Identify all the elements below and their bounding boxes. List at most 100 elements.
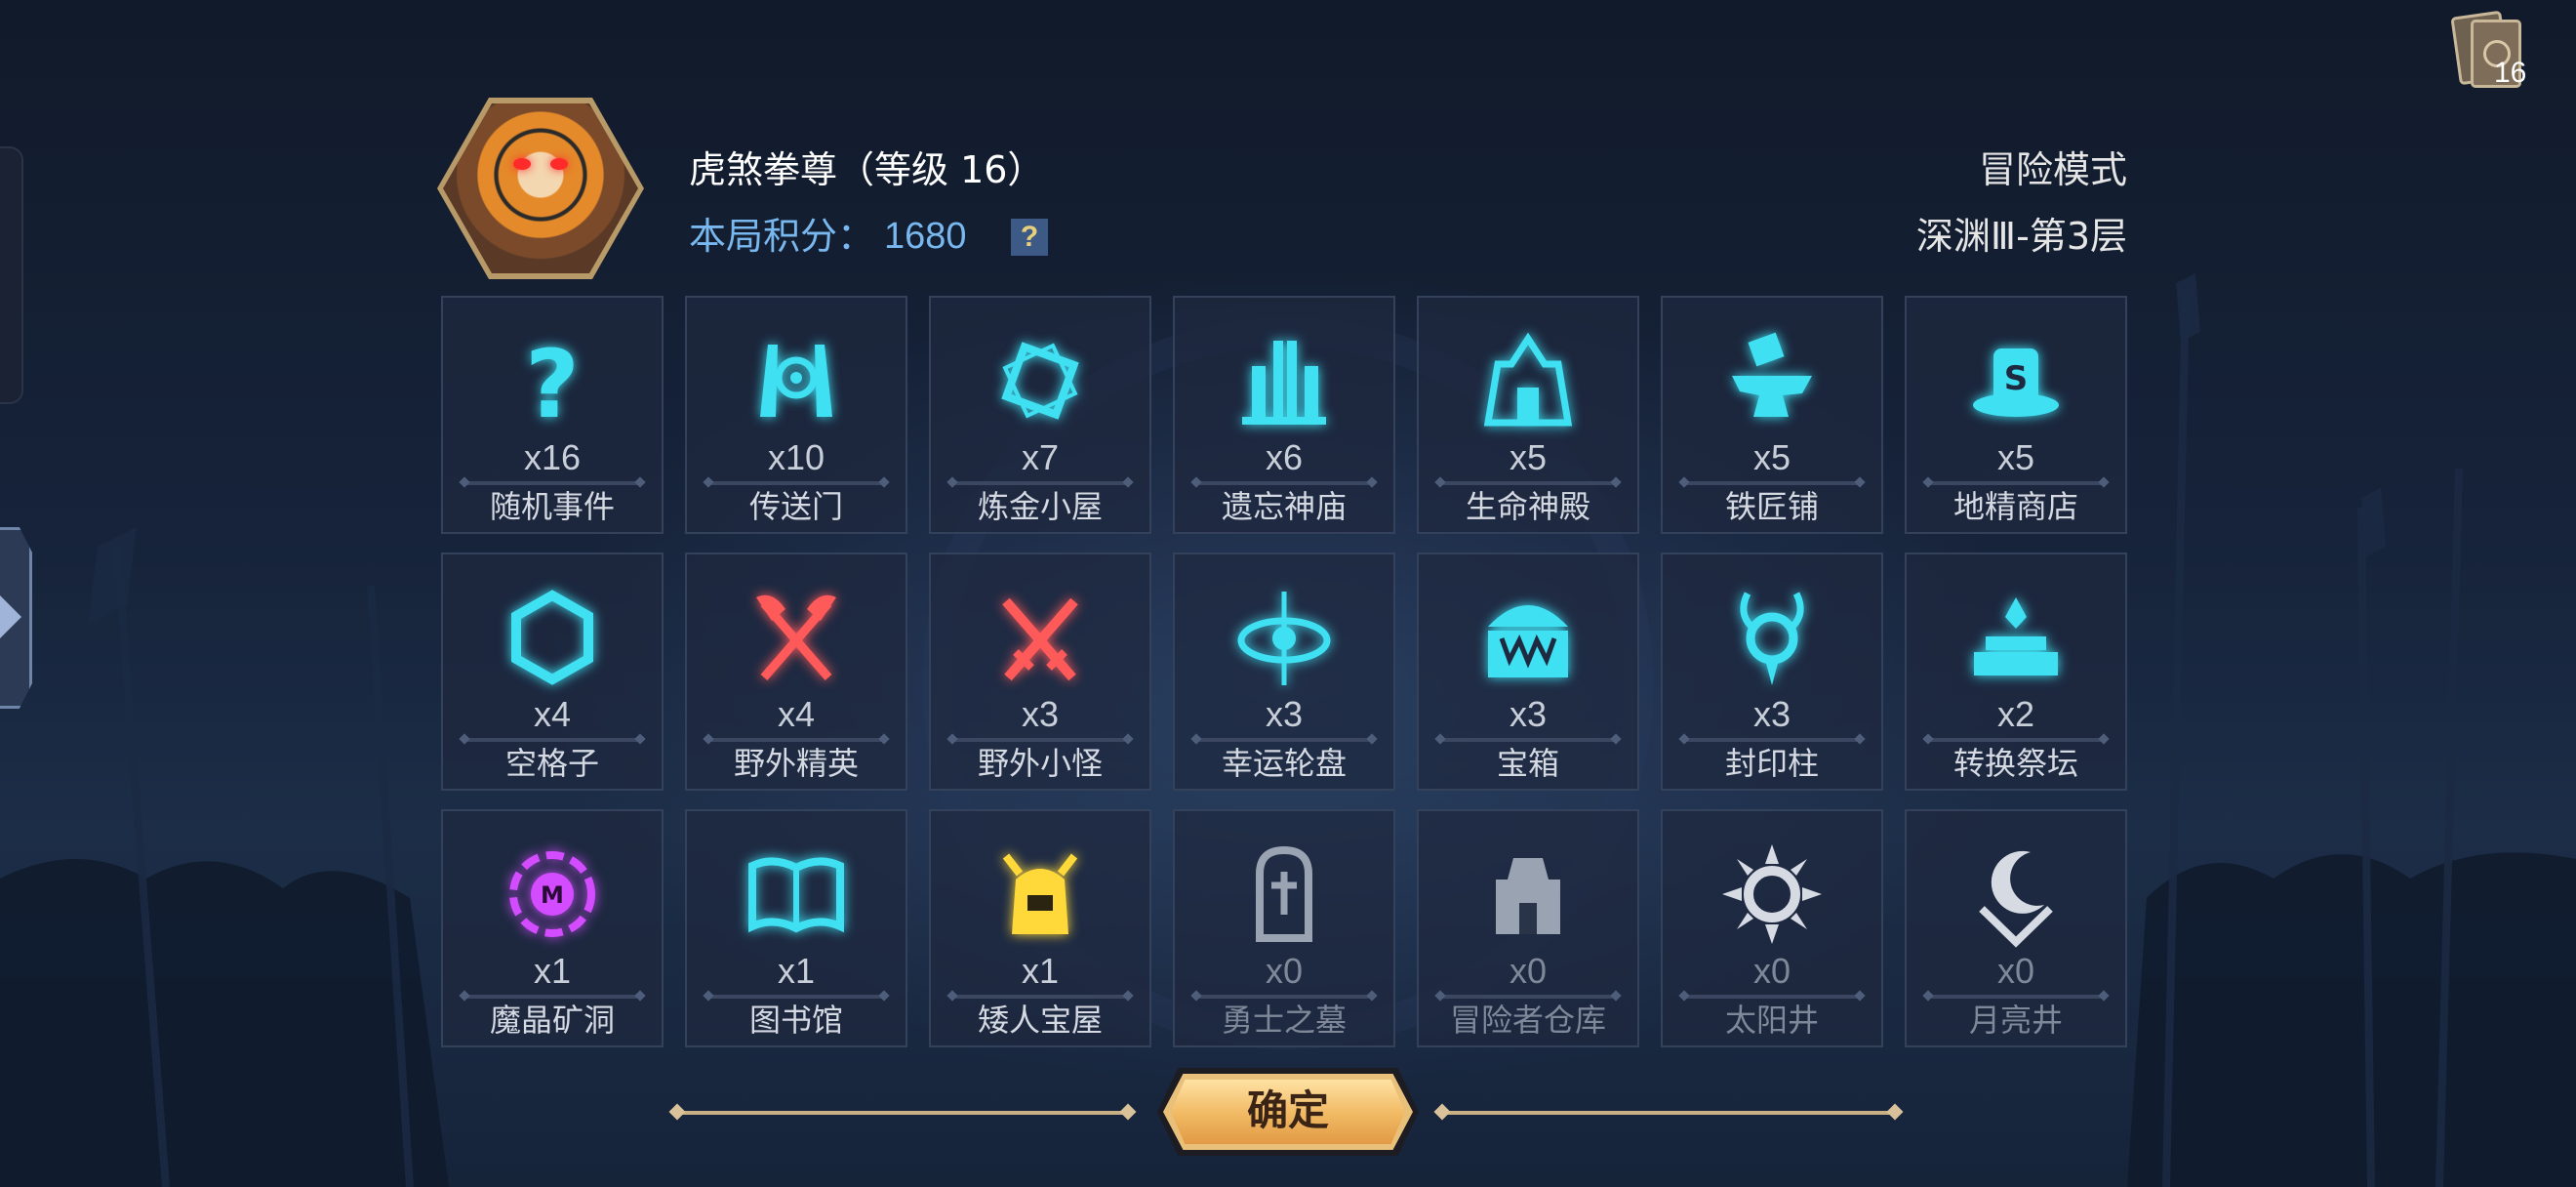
tile-count: x5: [1996, 437, 2035, 477]
event-tile[interactable]: Mx1 魔晶矿洞: [441, 809, 664, 1047]
score-value: 1680: [884, 216, 967, 257]
moon-well-icon: [1962, 840, 2070, 948]
event-tile[interactable]: x3 宝箱: [1417, 553, 1639, 791]
event-tile[interactable]: x4 野外精英: [685, 553, 907, 791]
tile-name: 生命神殿: [1465, 488, 1590, 525]
event-tile[interactable]: x10 传送门: [685, 296, 907, 534]
event-tile[interactable]: x2 转换祭坛: [1905, 553, 2127, 791]
tomb-icon: [1230, 840, 1338, 948]
tile-count: x1: [777, 951, 816, 991]
tile-count: x6: [1265, 437, 1304, 477]
tile-name: 勇士之墓: [1221, 1002, 1347, 1039]
tile-count: x7: [1021, 437, 1060, 477]
tile-name: 冒险者仓库: [1449, 1002, 1606, 1039]
sun-well-icon: [1718, 840, 1826, 948]
confirm-button[interactable]: 确定: [1157, 1068, 1419, 1156]
tile-name: 遗忘神庙: [1221, 488, 1347, 525]
shrine-icon: [1474, 327, 1582, 434]
altar-icon: [1962, 584, 2070, 691]
tile-name: 转换祭坛: [1952, 745, 2078, 782]
left-panel-edge: [0, 146, 23, 404]
hexagon-icon: [499, 584, 606, 691]
tile-name: 炼金小屋: [977, 488, 1103, 525]
crossed-swords-icon: [986, 584, 1094, 691]
event-tile[interactable]: x1 图书馆: [685, 809, 907, 1047]
floor-label: 深渊Ⅲ-第3层: [1915, 215, 2127, 258]
hero-name: 虎煞拳尊（等级 16）: [689, 148, 1045, 191]
event-grid: ? x16 随机事件 x10 传送门 x7 炼金小屋 x6 遗忘神庙 x5 生命神殿 x5 铁匠铺 Sx5…: [441, 296, 2129, 1047]
score-help-button[interactable]: ?: [1011, 219, 1048, 256]
shop-icon: S: [1962, 327, 2070, 434]
tile-count: x0: [1265, 951, 1304, 991]
seal-pillar-icon: [1718, 584, 1826, 691]
tile-count: x0: [1752, 951, 1791, 991]
event-tile[interactable]: x0 太阳井: [1661, 809, 1883, 1047]
event-tile[interactable]: Sx5 地精商店: [1905, 296, 2127, 534]
tile-name: 地精商店: [1952, 488, 2078, 525]
tile-count: x3: [1265, 694, 1304, 734]
tile-count: x0: [1509, 951, 1548, 991]
tile-count: x3: [1021, 694, 1060, 734]
tile-name: 随机事件: [489, 488, 615, 525]
expand-arrow-icon: [0, 595, 21, 638]
question-icon: ?: [499, 327, 606, 434]
tile-name: 太阳井: [1724, 1002, 1819, 1039]
svg-text:?: ?: [525, 330, 580, 434]
event-tile[interactable]: x7 炼金小屋: [929, 296, 1151, 534]
divider-right: [1442, 1111, 1895, 1115]
tile-count: x16: [523, 437, 582, 477]
temple-icon: [1230, 327, 1338, 434]
event-tile[interactable]: x1 矮人宝屋: [929, 809, 1151, 1047]
warehouse-icon: [1474, 840, 1582, 948]
tile-count: x4: [777, 694, 816, 734]
tile-name: 野外小怪: [977, 745, 1103, 782]
divider-left: [677, 1111, 1128, 1115]
event-tile[interactable]: x0 勇士之墓: [1173, 809, 1395, 1047]
deck-count: 16: [2494, 57, 2527, 89]
tile-count: x10: [767, 437, 825, 477]
tile-count: x3: [1509, 694, 1548, 734]
portal-icon: [743, 327, 850, 434]
event-tile[interactable]: x0 月亮井: [1905, 809, 2127, 1047]
confirm-label: 确定: [1246, 1086, 1329, 1134]
crossed-axes-icon: [743, 584, 850, 691]
svg-text:M: M: [541, 881, 564, 909]
tile-name: 魔晶矿洞: [489, 1002, 615, 1039]
dwarf-helmet-icon: [986, 840, 1094, 948]
tile-name: 传送门: [748, 488, 843, 525]
mode-title: 冒险模式: [1978, 148, 2127, 191]
chest-icon: [1474, 584, 1582, 691]
book-icon: [743, 840, 850, 948]
tile-count: x1: [1021, 951, 1060, 991]
event-tile[interactable]: x6 遗忘神庙: [1173, 296, 1395, 534]
svg-text:S: S: [2004, 359, 2029, 398]
event-tile[interactable]: x0 冒险者仓库: [1417, 809, 1639, 1047]
event-tile[interactable]: x3 野外小怪: [929, 553, 1151, 791]
tile-name: 图书馆: [748, 1002, 843, 1039]
tile-name: 空格子: [504, 745, 599, 782]
tile-count: x5: [1752, 437, 1791, 477]
tile-name: 铁匠铺: [1724, 488, 1819, 525]
tile-name: 封印柱: [1724, 745, 1819, 782]
hero-avatar[interactable]: [437, 98, 644, 279]
event-tile[interactable]: x5 铁匠铺: [1661, 296, 1883, 534]
tile-count: x5: [1509, 437, 1548, 477]
tile-name: 月亮井: [1968, 1002, 2063, 1039]
tile-name: 矮人宝屋: [977, 1002, 1103, 1039]
anvil-icon: [1718, 327, 1826, 434]
event-tile[interactable]: ? x16 随机事件: [441, 296, 664, 534]
event-tile[interactable]: x4 空格子: [441, 553, 664, 791]
alchemy-icon: [986, 327, 1094, 434]
tile-count: x1: [533, 951, 572, 991]
tile-count: x3: [1752, 694, 1791, 734]
event-tile[interactable]: x3 封印柱: [1661, 553, 1883, 791]
tile-count: x2: [1996, 694, 2035, 734]
tile-count: x4: [533, 694, 572, 734]
tile-name: 野外精英: [733, 745, 859, 782]
score-label: 本局积分：: [689, 215, 875, 258]
tile-name: 幸运轮盘: [1221, 745, 1347, 782]
event-tile[interactable]: x5 生命神殿: [1417, 296, 1639, 534]
crystal-mine-icon: M: [499, 840, 606, 948]
event-tile[interactable]: x3 幸运轮盘: [1173, 553, 1395, 791]
tile-name: 宝箱: [1496, 745, 1559, 782]
